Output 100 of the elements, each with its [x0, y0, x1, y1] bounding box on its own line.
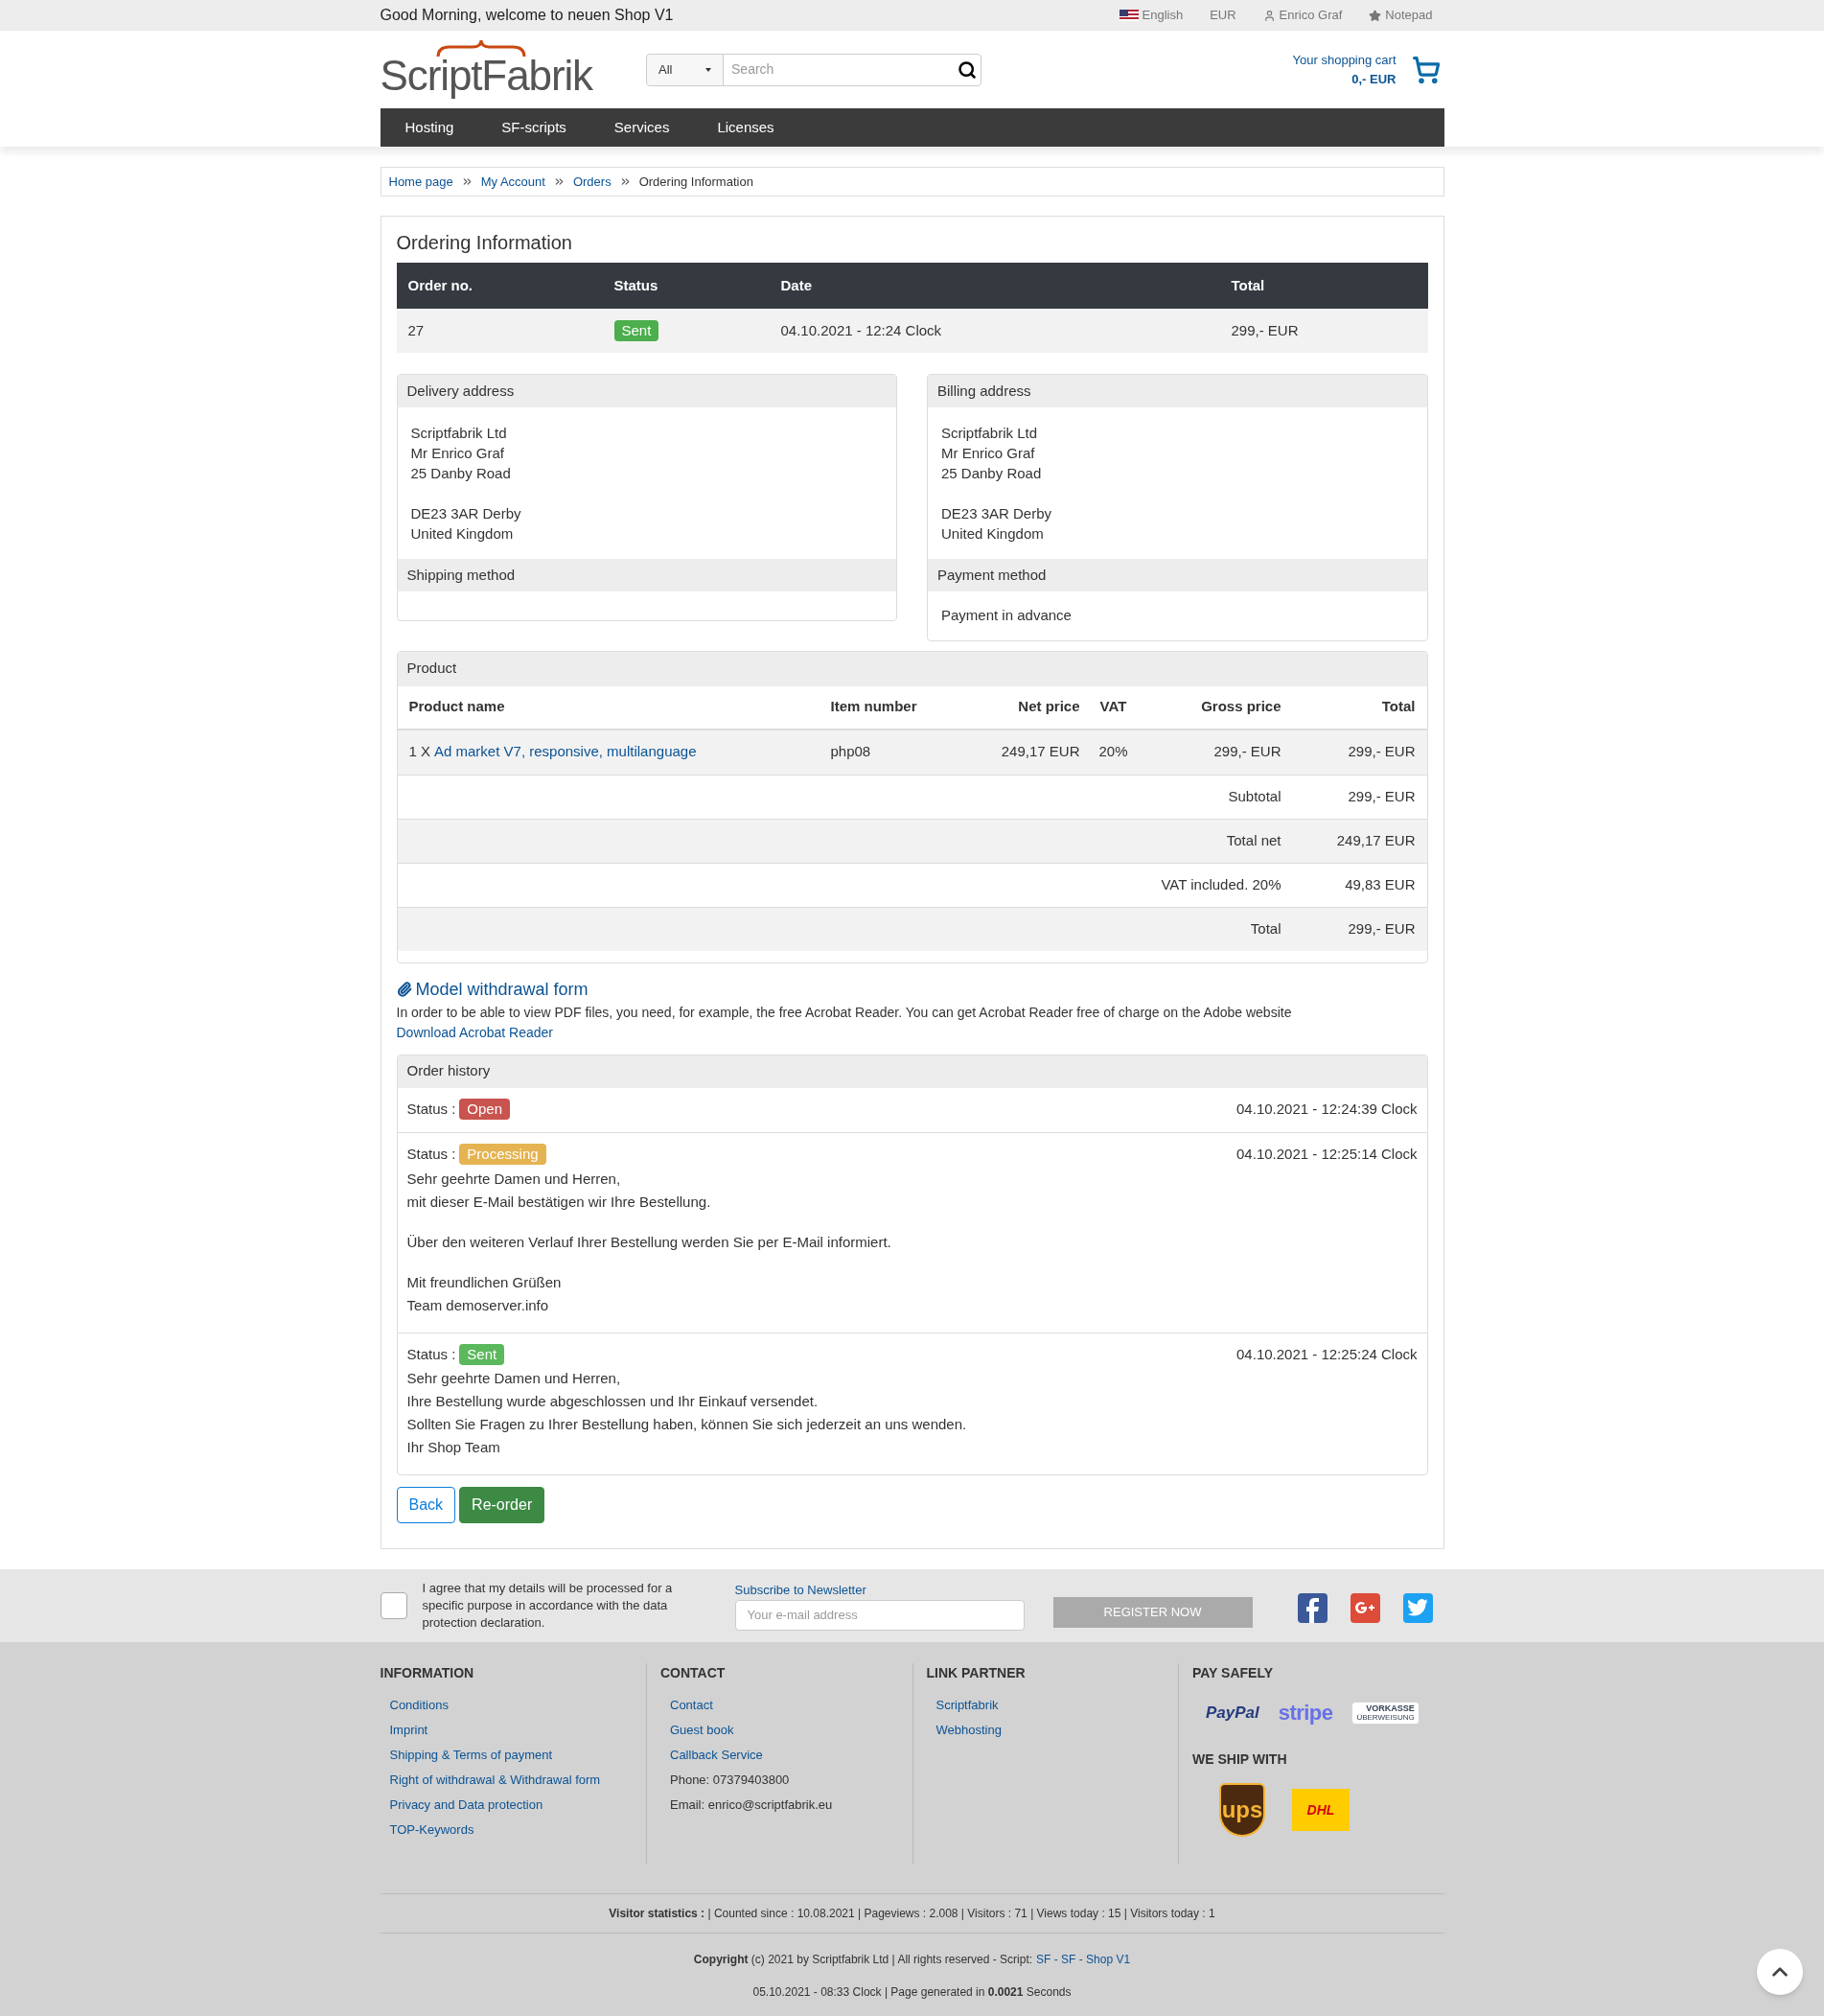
consent-text: I agree that my details will be processed for a specific purpose in accordance with the data protection declaration. — [422, 1580, 674, 1632]
status-time: 04.10.2021 - 12:25:24 Clock — [1236, 1344, 1418, 1364]
category-dropdown[interactable]: All — [647, 54, 725, 85]
footer-link[interactable]: Conditions — [389, 1693, 449, 1718]
status-label: Status : — [406, 1099, 456, 1119]
column-header: Product name — [408, 697, 506, 717]
message-line: Mit freundlichen Grüßen — [406, 1272, 563, 1292]
withdrawal-form-link[interactable]: Model withdrawal form — [415, 976, 589, 1003]
newsletter-title: Subscribe to Newsletter — [734, 1582, 867, 1600]
panel-heading: Payment method — [928, 559, 1427, 591]
flag-icon — [1119, 10, 1139, 21]
footer-link[interactable]: Shipping & Terms of payment — [389, 1743, 553, 1768]
current-page-text: Ordering Information — [638, 173, 753, 191]
panel-heading: Shipping method — [397, 559, 896, 591]
panel-heading: Order history — [397, 1054, 1427, 1088]
order-total: 299,- EUR — [1231, 320, 1300, 340]
summary-label: Subtotal — [1228, 786, 1281, 806]
breadcrumb-link[interactable]: Home page — [388, 172, 453, 192]
column-header: Order no. — [407, 275, 473, 295]
footer-link[interactable]: Imprint — [389, 1718, 428, 1743]
greeting-text: Good Morning, welcome to neuen Shop V1 — [380, 6, 674, 25]
address-line: 25 Danby Road — [410, 464, 512, 483]
summary-label: Total net — [1226, 830, 1281, 850]
footer-heading: WE SHIP WITH — [1192, 1750, 1288, 1769]
paperclip-icon — [396, 982, 412, 997]
consent-checkbox[interactable] — [380, 1592, 407, 1619]
copyright-text: Copyright (c) 2021 by Scriptfabrik Ltd | All rights reserved - Script: — [693, 1952, 1033, 1968]
facebook-icon[interactable] — [1297, 1592, 1328, 1623]
footer-link[interactable]: Callback Service — [670, 1743, 763, 1768]
order-number: 27 — [407, 320, 426, 340]
summary-value: 299,- EUR — [1348, 918, 1416, 938]
nav-link[interactable]: Services — [596, 116, 687, 139]
message-line: Sollten Sie Fragen zu Ihrer Bestellung haben, können Sie sich jederzeit an uns wenden. — [406, 1415, 968, 1434]
footer-link[interactable]: Scriptfabrik — [935, 1693, 999, 1718]
address-line: Mr Enrico Graf — [410, 444, 505, 463]
prepayment-logo: VORKASSE ÜBERWEISUNG — [1351, 1701, 1420, 1725]
reorder-button[interactable]: Re-order — [459, 1487, 545, 1523]
cart-total: 0,- EUR — [1351, 70, 1397, 88]
footer-link[interactable]: Webhosting — [935, 1718, 1002, 1743]
paypal-logo: PayPal — [1206, 1702, 1259, 1724]
back-button[interactable]: Back — [396, 1487, 456, 1523]
footer-link[interactable]: Right of withdrawal & Withdrawal form — [389, 1768, 601, 1793]
scroll-to-top-button[interactable] — [1757, 1949, 1803, 1995]
address-line: DE23 3AR Derby — [410, 504, 522, 523]
status-badge: Sent — [613, 319, 659, 341]
status-time: 04.10.2021 - 12:25:14 Clock — [1236, 1145, 1418, 1164]
address-line: Scriptfabrik Ltd — [941, 424, 1039, 443]
stripe-logo: stripe — [1278, 1700, 1333, 1726]
account-link[interactable]: Enrico Graf — [1262, 6, 1343, 25]
footer-link[interactable]: Guest book — [670, 1718, 734, 1743]
column-header: Net price — [1017, 697, 1080, 717]
panel-heading: Billing address — [928, 375, 1427, 407]
summary-value: 49,83 EUR — [1345, 874, 1416, 894]
product-link[interactable]: Ad market V7, responsive, multilanguage — [434, 741, 697, 763]
column-header: VAT — [1098, 697, 1128, 717]
language-selector[interactable]: English — [1119, 6, 1184, 25]
notepad-link[interactable]: Notepad — [1369, 6, 1433, 25]
contact-text: Email: enrico@scriptfabrik.eu — [670, 1796, 834, 1814]
column-header: Total — [1380, 697, 1416, 717]
table-cell-text: 299,- EUR — [1347, 742, 1416, 762]
nav-link[interactable]: Licenses — [700, 116, 792, 139]
dhl-logo: DHL — [1292, 1789, 1350, 1831]
email-field[interactable]: Your e-mail address — [734, 1599, 1025, 1631]
method-text: Payment in advance — [941, 607, 1072, 623]
footer-link[interactable]: Contact — [670, 1693, 713, 1718]
breadcrumb-link[interactable]: Orders — [572, 172, 612, 192]
footer-link[interactable]: TOP-Keywords — [389, 1818, 474, 1842]
address-line: United Kingdom — [941, 524, 1045, 544]
nav-link[interactable]: SF-scripts — [484, 116, 584, 139]
message-line: mit dieser E-Mail bestätigen wir Ihre Bestellung. — [406, 1192, 712, 1212]
message-line: Ihr Shop Team — [406, 1438, 501, 1457]
cart-label[interactable]: Your shopping cart — [1292, 51, 1397, 70]
address-line: Mr Enrico Graf — [941, 444, 1036, 463]
footer-heading: CONTACT — [660, 1664, 727, 1682]
currency-selector[interactable]: EUR — [1210, 6, 1236, 25]
nav-link[interactable]: Hosting — [387, 116, 472, 139]
table-cell-text: 20% — [1097, 742, 1129, 762]
footer-link[interactable]: Privacy and Data protection — [389, 1793, 543, 1818]
search-field[interactable]: All Search — [646, 53, 982, 86]
google-plus-icon[interactable] — [1350, 1592, 1380, 1623]
status-time: 04.10.2021 - 12:24:39 Clock — [1236, 1099, 1418, 1119]
twitter-icon[interactable] — [1402, 1592, 1433, 1623]
address-line: Scriptfabrik Ltd — [410, 424, 508, 443]
summary-value: 249,17 EUR — [1336, 830, 1416, 850]
status-badge: Processing — [459, 1144, 546, 1166]
breadcrumb-link[interactable]: My Account — [480, 172, 545, 192]
address-line: DE23 3AR Derby — [941, 504, 1053, 523]
status-badge: Open — [459, 1098, 511, 1120]
message-line: Über den weiteren Verlauf Ihrer Bestellung werden Sie per E-Mail informiert. — [406, 1232, 892, 1252]
cart-icon[interactable] — [1411, 55, 1441, 84]
column-header: Total — [1231, 275, 1266, 295]
contact-text: Phone: 07379403800 — [670, 1772, 791, 1789]
download-link[interactable]: Download Acrobat Reader — [396, 1024, 553, 1040]
column-header: Gross price — [1200, 697, 1281, 717]
site-logo[interactable]: ScriptFabrik — [380, 42, 593, 97]
status-label: Status : — [406, 1344, 456, 1364]
column-header: Item number — [830, 697, 918, 717]
script-link[interactable]: SF - SF - Shop V1 — [1036, 1951, 1131, 1968]
column-header: Date — [780, 275, 813, 295]
search-icon[interactable] — [958, 59, 978, 80]
